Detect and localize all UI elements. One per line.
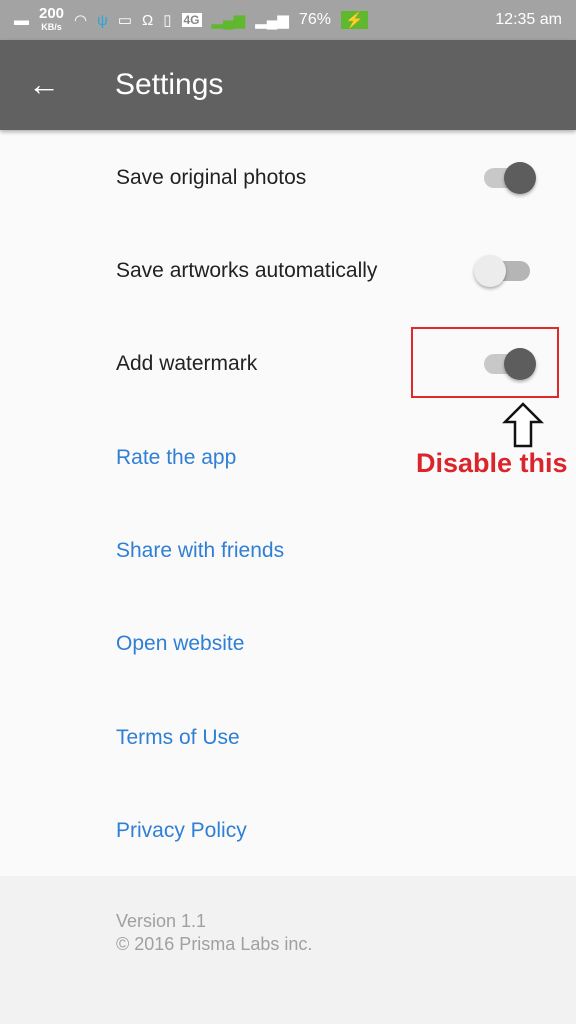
version-text: Version 1.1: [116, 911, 207, 931]
link-label[interactable]: Open website: [116, 632, 244, 656]
link-label[interactable]: Rate the app: [116, 446, 236, 470]
setting-label: Save artworks automatically: [116, 258, 378, 282]
notification-icon: ▬: [14, 11, 29, 29]
signal-sim2-icon: ▂▄▆: [255, 12, 289, 29]
setting-save-original-photos[interactable]: Save original photos: [0, 131, 576, 224]
vibrate-icon: ▯: [163, 12, 172, 29]
toolbar: ← Settings: [0, 40, 576, 130]
save-original-photos-toggle[interactable]: [484, 161, 536, 194]
link-label[interactable]: Terms of Use: [116, 726, 240, 750]
usb-icon: ψ: [97, 11, 108, 29]
battery-charging-icon: ⚡: [340, 11, 368, 29]
headphones-icon: Ω: [142, 11, 154, 29]
footer: Version 1.1 © 2016 Prisma Labs inc.: [0, 876, 576, 1024]
network-type: 4G: [181, 13, 202, 27]
setting-label: Add watermark: [116, 351, 258, 375]
signal-sim1-icon: ▂▄▆: [211, 12, 246, 29]
share-link[interactable]: Share with friends: [0, 504, 576, 597]
rate-app-link[interactable]: Rate the app: [0, 411, 576, 504]
link-label[interactable]: Share with friends: [116, 539, 284, 563]
link-label[interactable]: Privacy Policy: [116, 819, 247, 843]
battery-saver-icon: ▭: [117, 12, 133, 29]
save-artworks-toggle[interactable]: [474, 254, 530, 287]
network-speed: 200 KB/s: [39, 4, 65, 32]
back-arrow-icon[interactable]: ←: [28, 66, 60, 102]
status-bar: ▬ 200 KB/s ◠ ψ ▭ Ω ▯ 4G ▂▄▆ ▂▄▆ 76% ⚡ 12:…: [0, 0, 576, 40]
hotspot-icon: ◠: [74, 12, 88, 29]
setting-label: Save original photos: [116, 165, 307, 189]
copyright-text: © 2016 Prisma Labs inc.: [116, 934, 313, 954]
open-website-link[interactable]: Open website: [0, 597, 576, 690]
privacy-link[interactable]: Privacy Policy: [0, 784, 576, 877]
clock: 12:35 am: [495, 11, 562, 28]
setting-save-artworks[interactable]: Save artworks automatically: [0, 224, 576, 317]
page-title: Settings: [115, 68, 224, 101]
annotation-highlight-box: [411, 327, 559, 398]
battery-percent: 76%: [298, 11, 331, 28]
terms-link[interactable]: Terms of Use: [0, 691, 576, 784]
